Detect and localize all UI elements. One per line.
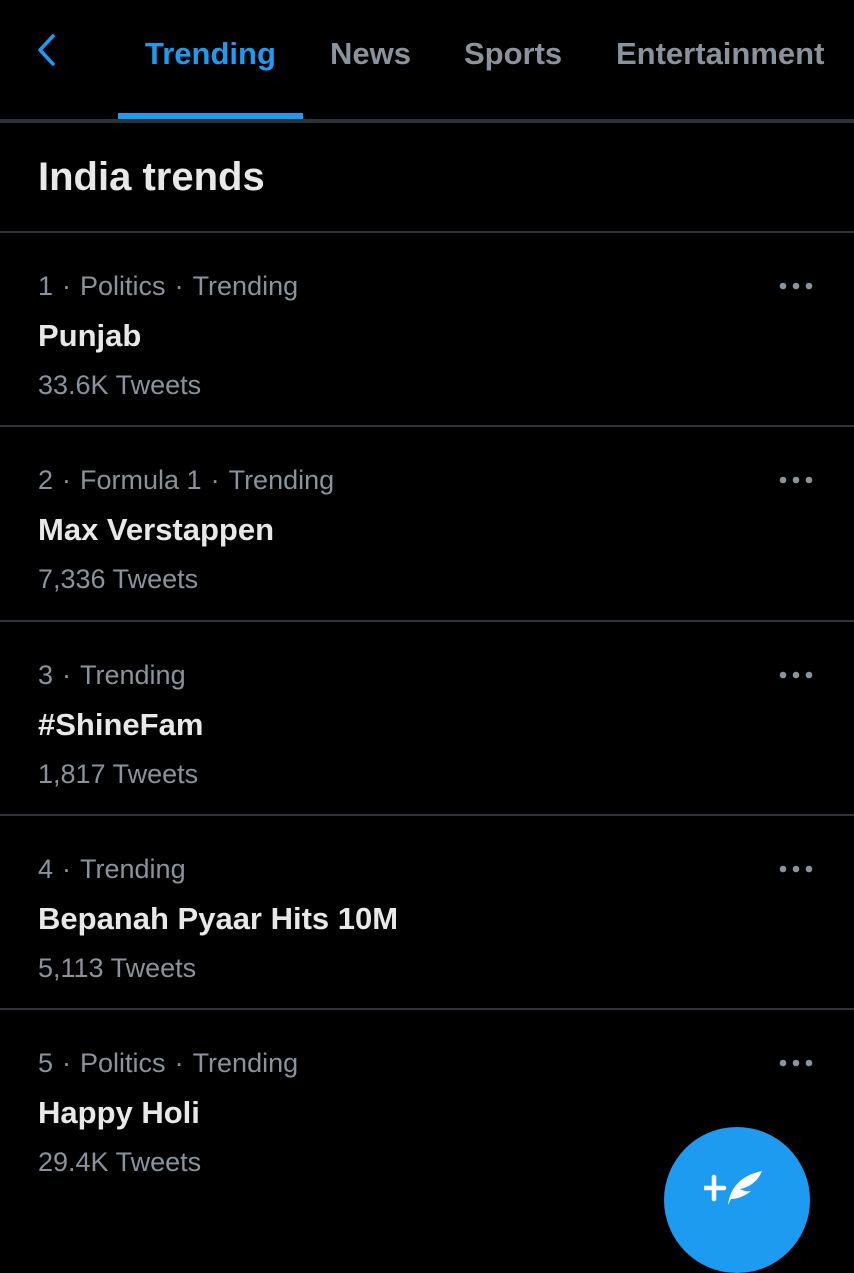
trend-status: Trending: [192, 271, 299, 301]
trend-rank: 2: [38, 465, 54, 495]
trend-meta: 4 · Trending: [38, 854, 186, 884]
trend-status: Trending: [228, 465, 335, 495]
trend-meta: 5 · Politics · Trending: [38, 1048, 299, 1078]
trend-meta: 3 · Trending: [38, 660, 186, 690]
trend-rank: 5: [38, 1048, 54, 1078]
back-button[interactable]: [28, 30, 64, 70]
trend-item[interactable]: 1 · Politics · Trending Punjab 33.6K Tweets: [0, 233, 854, 427]
trend-name: Max Verstappen: [38, 512, 275, 547]
tab-trending[interactable]: Trending: [145, 36, 276, 72]
trend-category: Politics: [80, 271, 166, 301]
trend-category: Politics: [80, 1048, 166, 1078]
trend-tweet-count: 33.6K Tweets: [38, 370, 202, 400]
tab-entertainment[interactable]: Entertainment: [616, 36, 824, 72]
trend-tweet-count: 7,336 Tweets: [38, 564, 199, 594]
trend-tweet-count: 1,817 Tweets: [38, 759, 199, 789]
more-horizontal-icon: [779, 671, 813, 679]
compose-tweet-button[interactable]: [664, 1127, 810, 1273]
trend-rank: 3: [38, 660, 54, 690]
trend-category: Formula 1: [80, 465, 202, 495]
trend-status: Trending: [80, 660, 186, 690]
more-horizontal-icon: [779, 1059, 813, 1067]
tab-news[interactable]: News: [330, 36, 411, 72]
more-options-button[interactable]: [770, 854, 822, 884]
trend-name: #ShineFam: [38, 707, 204, 742]
more-options-button[interactable]: [770, 660, 822, 690]
trend-name: Happy Holi: [38, 1095, 200, 1130]
chevron-left-icon: [38, 34, 55, 66]
trend-rank: 4: [38, 854, 54, 884]
trend-name: Punjab: [38, 318, 142, 353]
trend-meta: 2 · Formula 1 · Trending: [38, 465, 335, 495]
more-horizontal-icon: [779, 476, 813, 484]
trend-rank: 1: [38, 271, 54, 301]
trend-tweet-count: 5,113 Tweets: [38, 953, 197, 983]
trend-meta: 1 · Politics · Trending: [38, 271, 299, 301]
more-options-button[interactable]: [770, 465, 822, 495]
tab-sports[interactable]: Sports: [464, 36, 562, 72]
section-title: India trends: [38, 155, 265, 199]
trend-name: Bepanah Pyaar Hits 10M: [38, 901, 399, 936]
trend-status: Trending: [192, 1048, 299, 1078]
trend-item[interactable]: 2 · Formula 1 · Trending Max Verstappen 7,33…: [0, 427, 854, 621]
more-options-button[interactable]: [770, 271, 822, 301]
more-options-button[interactable]: [770, 1048, 822, 1078]
top-nav-bar: Trending News Sports Entertainment: [0, 0, 854, 120]
trend-item[interactable]: 4 · Trending Bepanah Pyaar Hits 10M 5,113 …: [0, 816, 854, 1010]
trend-item[interactable]: 3 · Trending #ShineFam 1,817 Tweets: [0, 622, 854, 816]
more-horizontal-icon: [779, 282, 813, 290]
more-horizontal-icon: [779, 865, 813, 873]
header-divider: [0, 119, 854, 123]
compose-tweet-icon: [704, 1171, 762, 1205]
trend-tweet-count: 29.4K Tweets: [38, 1147, 202, 1177]
trend-status: Trending: [80, 854, 186, 884]
